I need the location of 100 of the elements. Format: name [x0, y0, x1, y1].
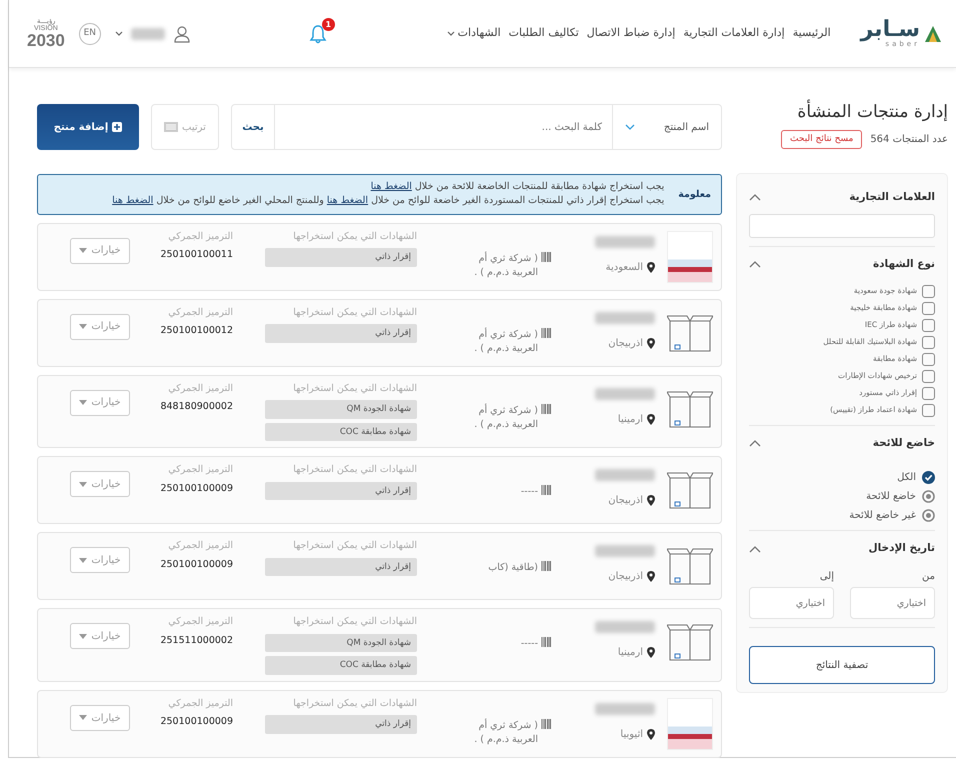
caret-icon: [79, 634, 88, 639]
tariff-code: 250100100009: [159, 715, 233, 730]
redacted-block: [595, 545, 655, 558]
box-icon: [667, 388, 713, 428]
checkbox[interactable]: [922, 336, 935, 348]
location-pin-icon: [647, 647, 655, 658]
nav-link[interactable]: إدارة ضباط الاتصال: [586, 25, 676, 42]
chevron-up-icon[interactable]: [749, 546, 761, 553]
nav-link[interactable]: إدارة العلامات التجارية: [683, 25, 785, 42]
clear-search-button[interactable]: مسح نتائج البحث: [781, 130, 862, 149]
user-icon[interactable]: [172, 24, 191, 42]
to-date-field[interactable]: اختياري: [749, 587, 834, 619]
tariff-code: 250100100012: [159, 324, 233, 338]
radio-icon[interactable]: [922, 490, 935, 504]
location-pin-icon: [647, 729, 655, 740]
nav-link[interactable]: الشهادات: [446, 25, 501, 42]
nav-link[interactable]: الرئيسية: [792, 25, 831, 42]
language-button[interactable]: EN: [78, 22, 101, 44]
search-button[interactable]: بحث: [231, 104, 275, 150]
mountain-logo-icon: [924, 24, 942, 42]
company-text: ( شركة ثري أم العربية ذ.م.م ) .: [473, 719, 538, 748]
chevron-up-icon[interactable]: [749, 261, 761, 268]
plus-icon: [112, 122, 122, 132]
notification-badge: 1: [322, 18, 335, 30]
caret-icon[interactable]: [114, 30, 123, 37]
barcode-icon: [541, 561, 551, 572]
search-field[interactable]: كلمة البحث ...: [275, 104, 612, 150]
checkbox[interactable]: [922, 352, 935, 366]
nav-link[interactable]: تكاليف الطلبات: [508, 25, 579, 42]
caret-icon: [79, 715, 88, 720]
filter-results-button[interactable]: تصفية النتائج: [749, 646, 935, 684]
tariff-code: 250100100009: [159, 482, 233, 496]
checkbox[interactable]: [922, 318, 935, 332]
country-text: اذربيجان: [608, 336, 643, 350]
barcode-icon: [541, 404, 551, 414]
radio-icon[interactable]: [922, 509, 935, 522]
chevron-down-icon: [625, 124, 635, 130]
company-text: ( شركة ثري أم العربية ذ.م.م ) .: [473, 252, 538, 280]
box-icon: [667, 622, 713, 662]
location-pin-icon: [647, 262, 655, 272]
caret-icon: [79, 248, 88, 253]
column-label: الترميز الجمركي: [167, 463, 233, 478]
country-text: اذربيجان: [608, 494, 643, 508]
location-pin-icon: [647, 571, 655, 582]
country-text: ارمينيا: [618, 646, 643, 660]
checkbox[interactable]: [922, 370, 935, 382]
company-text: (طاقية (كاب: [488, 561, 538, 576]
field-label: من: [921, 570, 935, 584]
info-text: يجب استخراج إقرار ذاتي للمنتجات المستوردة الغير خاضعة للوائح من خلال الضغط هنا وللمنتج المحلي الغير خاضع للوائح من خلال الضغط هنا: [112, 194, 664, 208]
certificate-tag: شهادة الجودة QM: [265, 634, 417, 652]
column-label: الترميز الجمركي: [167, 382, 233, 396]
checkbox[interactable]: [922, 302, 935, 314]
checkbox[interactable]: [922, 404, 935, 416]
list-icon: [164, 122, 178, 132]
info-text: يجب استخراج شهادة مطابقة للمنتجات الخاضعة للائحة من خلال الضغط هنا: [370, 180, 664, 194]
add-product-button[interactable]: إضافة منتج: [37, 104, 139, 150]
chevron-up-icon[interactable]: [749, 440, 761, 447]
logo-text: سـابر: [860, 19, 920, 41]
location-pin-icon: [647, 414, 655, 424]
certificate-tag: إقرار ذاتي: [265, 558, 417, 576]
company-text: -----: [520, 637, 538, 652]
certificate-tag: إقرار ذاتي: [265, 324, 417, 342]
from-date-field[interactable]: اختياري: [850, 587, 935, 619]
country-text: ارمينيا: [618, 412, 643, 426]
chevron-up-icon[interactable]: [749, 194, 761, 202]
country-text: اثيوبيا: [620, 728, 643, 742]
box-icon: [667, 312, 713, 352]
bell-icon[interactable]: [308, 24, 327, 44]
company-text: -----: [520, 485, 538, 500]
location-pin-icon: [647, 338, 655, 348]
photo-placeholder: [667, 230, 713, 282]
redacted-block: [130, 28, 165, 40]
redacted-block: [595, 621, 655, 634]
column-label: الشهادات التي يمكن استخراجها: [292, 230, 417, 244]
barcode-icon: [541, 328, 551, 338]
radio-checked-icon[interactable]: [922, 471, 935, 484]
redacted-block: [595, 312, 655, 324]
company-text: ( شركة ثري أم العربية ذ.م.م ) .: [473, 328, 538, 356]
link[interactable]: الضغط هنا: [326, 195, 368, 206]
checkbox[interactable]: [922, 284, 935, 298]
redacted-block: [595, 236, 655, 248]
link[interactable]: الضغط هنا: [112, 195, 154, 206]
section-title: العلامات التجارية: [849, 190, 935, 205]
box-icon: [667, 470, 713, 510]
product-count: عدد المنتجات 564: [870, 132, 948, 147]
field-select[interactable]: اسم المنتج: [612, 104, 722, 150]
radio-label: غير خاضع للائحة: [849, 510, 916, 522]
certificate-tag: إقرار ذاتي: [265, 715, 417, 734]
certificate-tag: شهادة مطابقة COC: [265, 656, 417, 675]
brand-field[interactable]: [749, 214, 935, 238]
location-pin-icon: [647, 495, 655, 506]
column-label: الشهادات التي يمكن استخراجها: [292, 382, 417, 396]
link[interactable]: الضغط هنا: [370, 181, 412, 192]
tariff-code: 251511000002: [159, 634, 233, 648]
tariff-code: 250100100011: [159, 248, 233, 262]
column-label: الترميز الجمركي: [167, 539, 233, 554]
field-label: إلى: [818, 570, 834, 584]
country-text: اذربيجان: [608, 570, 643, 584]
checkbox[interactable]: [922, 386, 935, 400]
section-title: تاريخ الإدخال: [868, 541, 935, 556]
